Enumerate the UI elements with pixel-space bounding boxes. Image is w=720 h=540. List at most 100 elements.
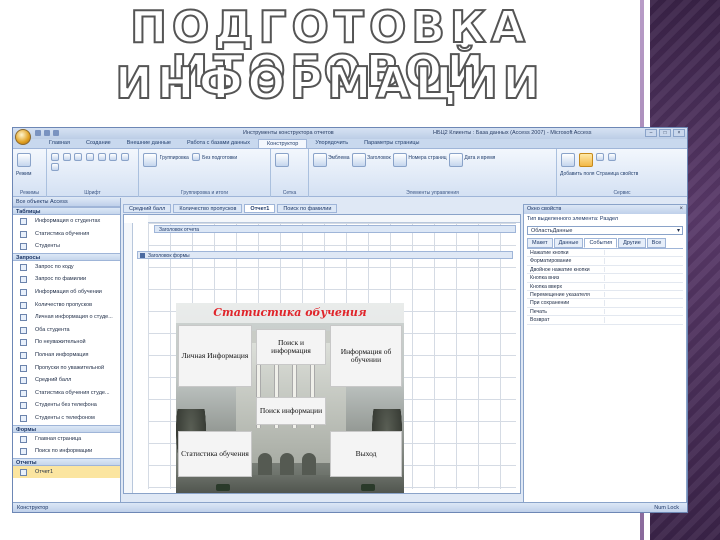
nav-item-query[interactable]: По неуважительной [13,336,120,349]
property-row[interactable]: Возврат [527,316,683,325]
gridlines-icon[interactable] [275,153,289,167]
search-info-button[interactable]: Поиск информации [256,397,326,425]
property-value[interactable] [604,291,680,298]
bold-icon[interactable] [51,153,59,161]
align-right-icon[interactable] [121,153,130,161]
property-sheet-icon[interactable] [578,153,593,167]
nav-group-forms[interactable]: Формы [13,424,120,433]
form-header-section-bar[interactable]: Заголовок формы [137,251,513,259]
doc-tab-absences[interactable]: Количество пропусков [173,204,243,213]
ribbon-tab-external-data[interactable]: Внешние данные [119,139,179,148]
font-color-icon[interactable] [86,153,95,161]
tab-order-icon[interactable] [596,153,605,161]
nav-item-query[interactable]: Оба студента [13,324,120,337]
nav-item-query[interactable]: Запрос по коду [13,261,120,274]
doc-tab-search-by-surname[interactable]: Поиск по фамилии [277,204,338,213]
property-value[interactable] [604,283,680,289]
search-and-info-button[interactable]: Поиск и информация [256,329,326,365]
nav-item-query[interactable]: Полная информация [13,349,120,362]
ribbon-tab-database-tools[interactable]: Работа с базами данных [179,139,258,148]
doc-tab-report1[interactable]: Отчет1 [244,204,276,213]
totals-icon[interactable] [191,153,200,161]
date-time-icon[interactable] [449,153,464,167]
personal-info-button[interactable]: Личная Информация [178,325,252,387]
query-icon [20,402,27,410]
property-value[interactable] [604,300,680,306]
nav-item-query[interactable]: Запрос по фамилии [13,273,120,286]
property-row[interactable]: Кнопка вниз [527,274,683,283]
property-row[interactable]: Печать [527,308,683,317]
nav-group-queries[interactable]: Запросы [13,252,120,261]
logo-icon[interactable] [313,153,327,167]
property-row[interactable]: Кнопка вверх [527,283,683,291]
redo-icon[interactable] [53,130,59,136]
add-fields-icon[interactable] [561,153,575,167]
property-tab-other[interactable]: Другие [618,238,646,248]
education-info-button[interactable]: Информация об обучении [330,325,402,387]
fill-color-icon[interactable] [51,163,59,171]
office-button-icon[interactable] [15,129,31,145]
exit-button[interactable]: Выход [330,431,402,477]
property-row[interactable]: Перемещение указателя [527,291,683,300]
nav-item-table[interactable]: Студенты [13,240,120,253]
undo-icon[interactable] [44,130,50,136]
property-tab-data[interactable]: Данные [553,238,584,248]
property-value[interactable] [604,258,680,264]
form-icon [20,435,27,443]
property-value[interactable] [604,317,680,323]
property-row[interactable]: Двойное нажатие кнопки [527,266,683,275]
property-sheet-object-select[interactable]: ОбластьДанные [527,226,683,235]
property-value[interactable] [604,308,680,315]
doc-tab-average-score[interactable]: Средний балл [123,204,172,213]
property-tab-events[interactable]: События [584,238,618,248]
nav-item-query[interactable]: Студенты с телефоном [13,412,120,425]
property-tab-format[interactable]: Макет [527,238,553,248]
italic-icon[interactable] [62,153,71,161]
property-value[interactable] [604,250,680,256]
underline-icon[interactable] [74,153,83,161]
property-row[interactable]: Нажатие кнопки [527,249,683,258]
ribbon-group-controls: Эмблема Заголовок Номера страниц Дата и … [309,149,557,197]
property-value[interactable] [604,275,680,281]
nav-item-report[interactable]: Отчет1 [13,465,120,479]
nav-item-form[interactable]: Поиск по информации [13,445,120,458]
save-icon[interactable] [35,130,41,136]
nav-group-reports[interactable]: Отчеты [13,457,120,466]
align-left-icon[interactable] [97,153,106,161]
close-icon[interactable]: × [673,129,685,137]
report-header-section-bar[interactable]: Заголовок отчета [154,225,516,233]
property-tab-all[interactable]: Все [646,238,667,248]
minimize-icon[interactable]: – [645,129,657,137]
nav-item-query[interactable]: Студенты без телефона [13,399,120,412]
nav-item-query[interactable]: Статистика обучения студе... [13,387,120,400]
align-center-icon[interactable] [109,153,118,161]
nav-item-query[interactable]: Личная информация о студе... [13,311,120,324]
nav-item-table[interactable]: Статистика обучения [13,228,120,241]
nav-item-query[interactable]: Средний балл [13,374,120,387]
nav-item-query[interactable]: Информация об обучении [13,286,120,299]
page-numbers-icon[interactable] [393,153,408,167]
ribbon-tab-design[interactable]: Конструктор [257,139,308,148]
form-icon [20,448,27,456]
property-value[interactable] [604,266,680,273]
property-name: Нажатие кнопки [530,250,569,256]
view-mode-icon[interactable] [17,153,31,167]
maximize-icon[interactable]: □ [659,129,671,137]
title-icon[interactable] [352,153,367,167]
property-row[interactable]: При сохранении [527,299,683,308]
nav-item-table[interactable]: Информация о студентах [13,215,120,228]
nav-item-form[interactable]: Главная страница [13,433,120,446]
close-icon[interactable]: × [679,206,683,212]
grouping-icon[interactable] [143,153,157,167]
code-icon[interactable] [608,153,617,161]
nav-group-tables[interactable]: Таблицы [13,207,120,215]
nav-item-query[interactable]: Пропуски по уважительной [13,362,120,375]
nav-pane-header[interactable]: Все объекты Access [13,198,120,207]
property-row[interactable]: Форматирование [527,257,683,266]
study-statistics-button[interactable]: Статистика обучения [178,431,252,477]
nav-item-query[interactable]: Количество пропусков [13,299,120,312]
ribbon-tab-arrange[interactable]: Упорядочить [307,139,356,148]
ribbon-tab-page-setup[interactable]: Параметры страницы [356,139,427,148]
ribbon-tab-home[interactable]: Главная [41,139,78,148]
ribbon-tab-create[interactable]: Создание [78,139,119,148]
